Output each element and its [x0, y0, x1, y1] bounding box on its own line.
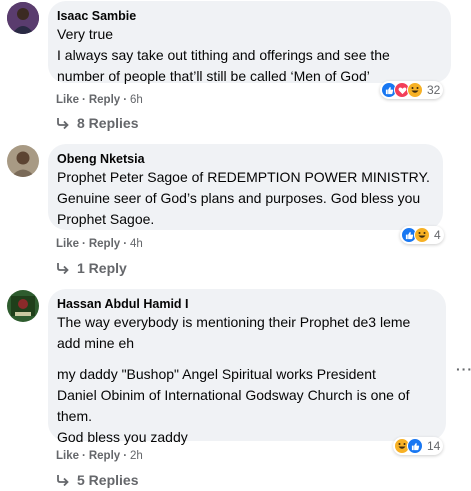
replies-label: 1 Reply	[77, 260, 127, 276]
comment-text-line: Prophet Peter Sagoe of REDEMPTION POWER …	[57, 169, 430, 185]
avatar[interactable]	[7, 290, 39, 322]
view-replies-button[interactable]: 8 Replies	[56, 114, 138, 132]
reaction-count: 32	[427, 83, 441, 97]
comment-text-line: I always say take out tithing and offeri…	[57, 47, 390, 63]
reply-arrow-icon	[57, 475, 69, 486]
comment-bubble: Hassan Abdul Hamid I The way everybody i…	[48, 289, 446, 445]
avatar[interactable]	[7, 2, 39, 34]
comment-bubble: Isaac Sambie Very true I always say take…	[48, 1, 451, 84]
comment-text-line: them.	[57, 408, 93, 424]
haha-icon	[414, 227, 430, 243]
reply-arrow-icon	[57, 263, 69, 274]
reply-button[interactable]: Reply	[89, 238, 120, 250]
replies-label: 5 Replies	[77, 472, 139, 488]
avatar[interactable]	[7, 145, 39, 177]
comment-author[interactable]: Hassan Abdul Hamid I	[57, 296, 434, 312]
comment-text-line: Genuine seer of God’s plans and purposes…	[57, 190, 421, 206]
comment-author[interactable]: Obeng Nketsia	[57, 151, 431, 167]
comment-text-line: God bless you zaddy	[57, 429, 188, 445]
comment-actions: Like · Reply · 2h	[56, 450, 143, 462]
comment-text-line: The way everybody is mentioning their Pr…	[57, 314, 411, 330]
reaction-count: 14	[427, 439, 441, 453]
like-icon	[407, 438, 423, 454]
reactions-summary[interactable]: 32	[380, 81, 444, 99]
timestamp[interactable]: 2h	[130, 450, 143, 462]
reply-arrow-icon	[57, 118, 69, 129]
comment-bubble: Obeng Nketsia Prophet Peter Sagoe of RED…	[48, 144, 443, 230]
reaction-count: 4	[434, 228, 441, 242]
like-button[interactable]: Like	[56, 238, 79, 250]
comment-text-line: Very true	[57, 26, 114, 42]
reply-button[interactable]: Reply	[89, 450, 120, 462]
comment-text-line: my daddy "Bushop" Angel Spiritual works …	[57, 366, 376, 382]
timestamp[interactable]: 4h	[130, 238, 143, 250]
comment-actions: Like · Reply · 4h	[56, 238, 143, 250]
comment-author[interactable]: Isaac Sambie	[57, 8, 439, 24]
like-button[interactable]: Like	[56, 450, 79, 462]
reactions-summary[interactable]: 14	[393, 437, 444, 455]
comment-text-line: add mine eh	[57, 335, 135, 351]
reply-button[interactable]: Reply	[89, 94, 120, 106]
like-button[interactable]: Like	[56, 94, 79, 106]
comment-text-line: Prophet Sagoe.	[57, 211, 155, 227]
timestamp[interactable]: 6h	[130, 94, 143, 106]
view-replies-button[interactable]: 5 Replies	[56, 471, 138, 489]
reactions-summary[interactable]: 4	[400, 226, 444, 244]
comment-actions: Like · Reply · 6h	[56, 94, 143, 106]
haha-icon	[407, 82, 423, 98]
replies-label: 8 Replies	[77, 115, 139, 131]
view-replies-button[interactable]: 1 Reply	[56, 259, 127, 277]
comment-text-line: Daniel Obinim of International Godsway C…	[57, 387, 410, 403]
more-options-icon[interactable]: ···	[456, 361, 471, 377]
